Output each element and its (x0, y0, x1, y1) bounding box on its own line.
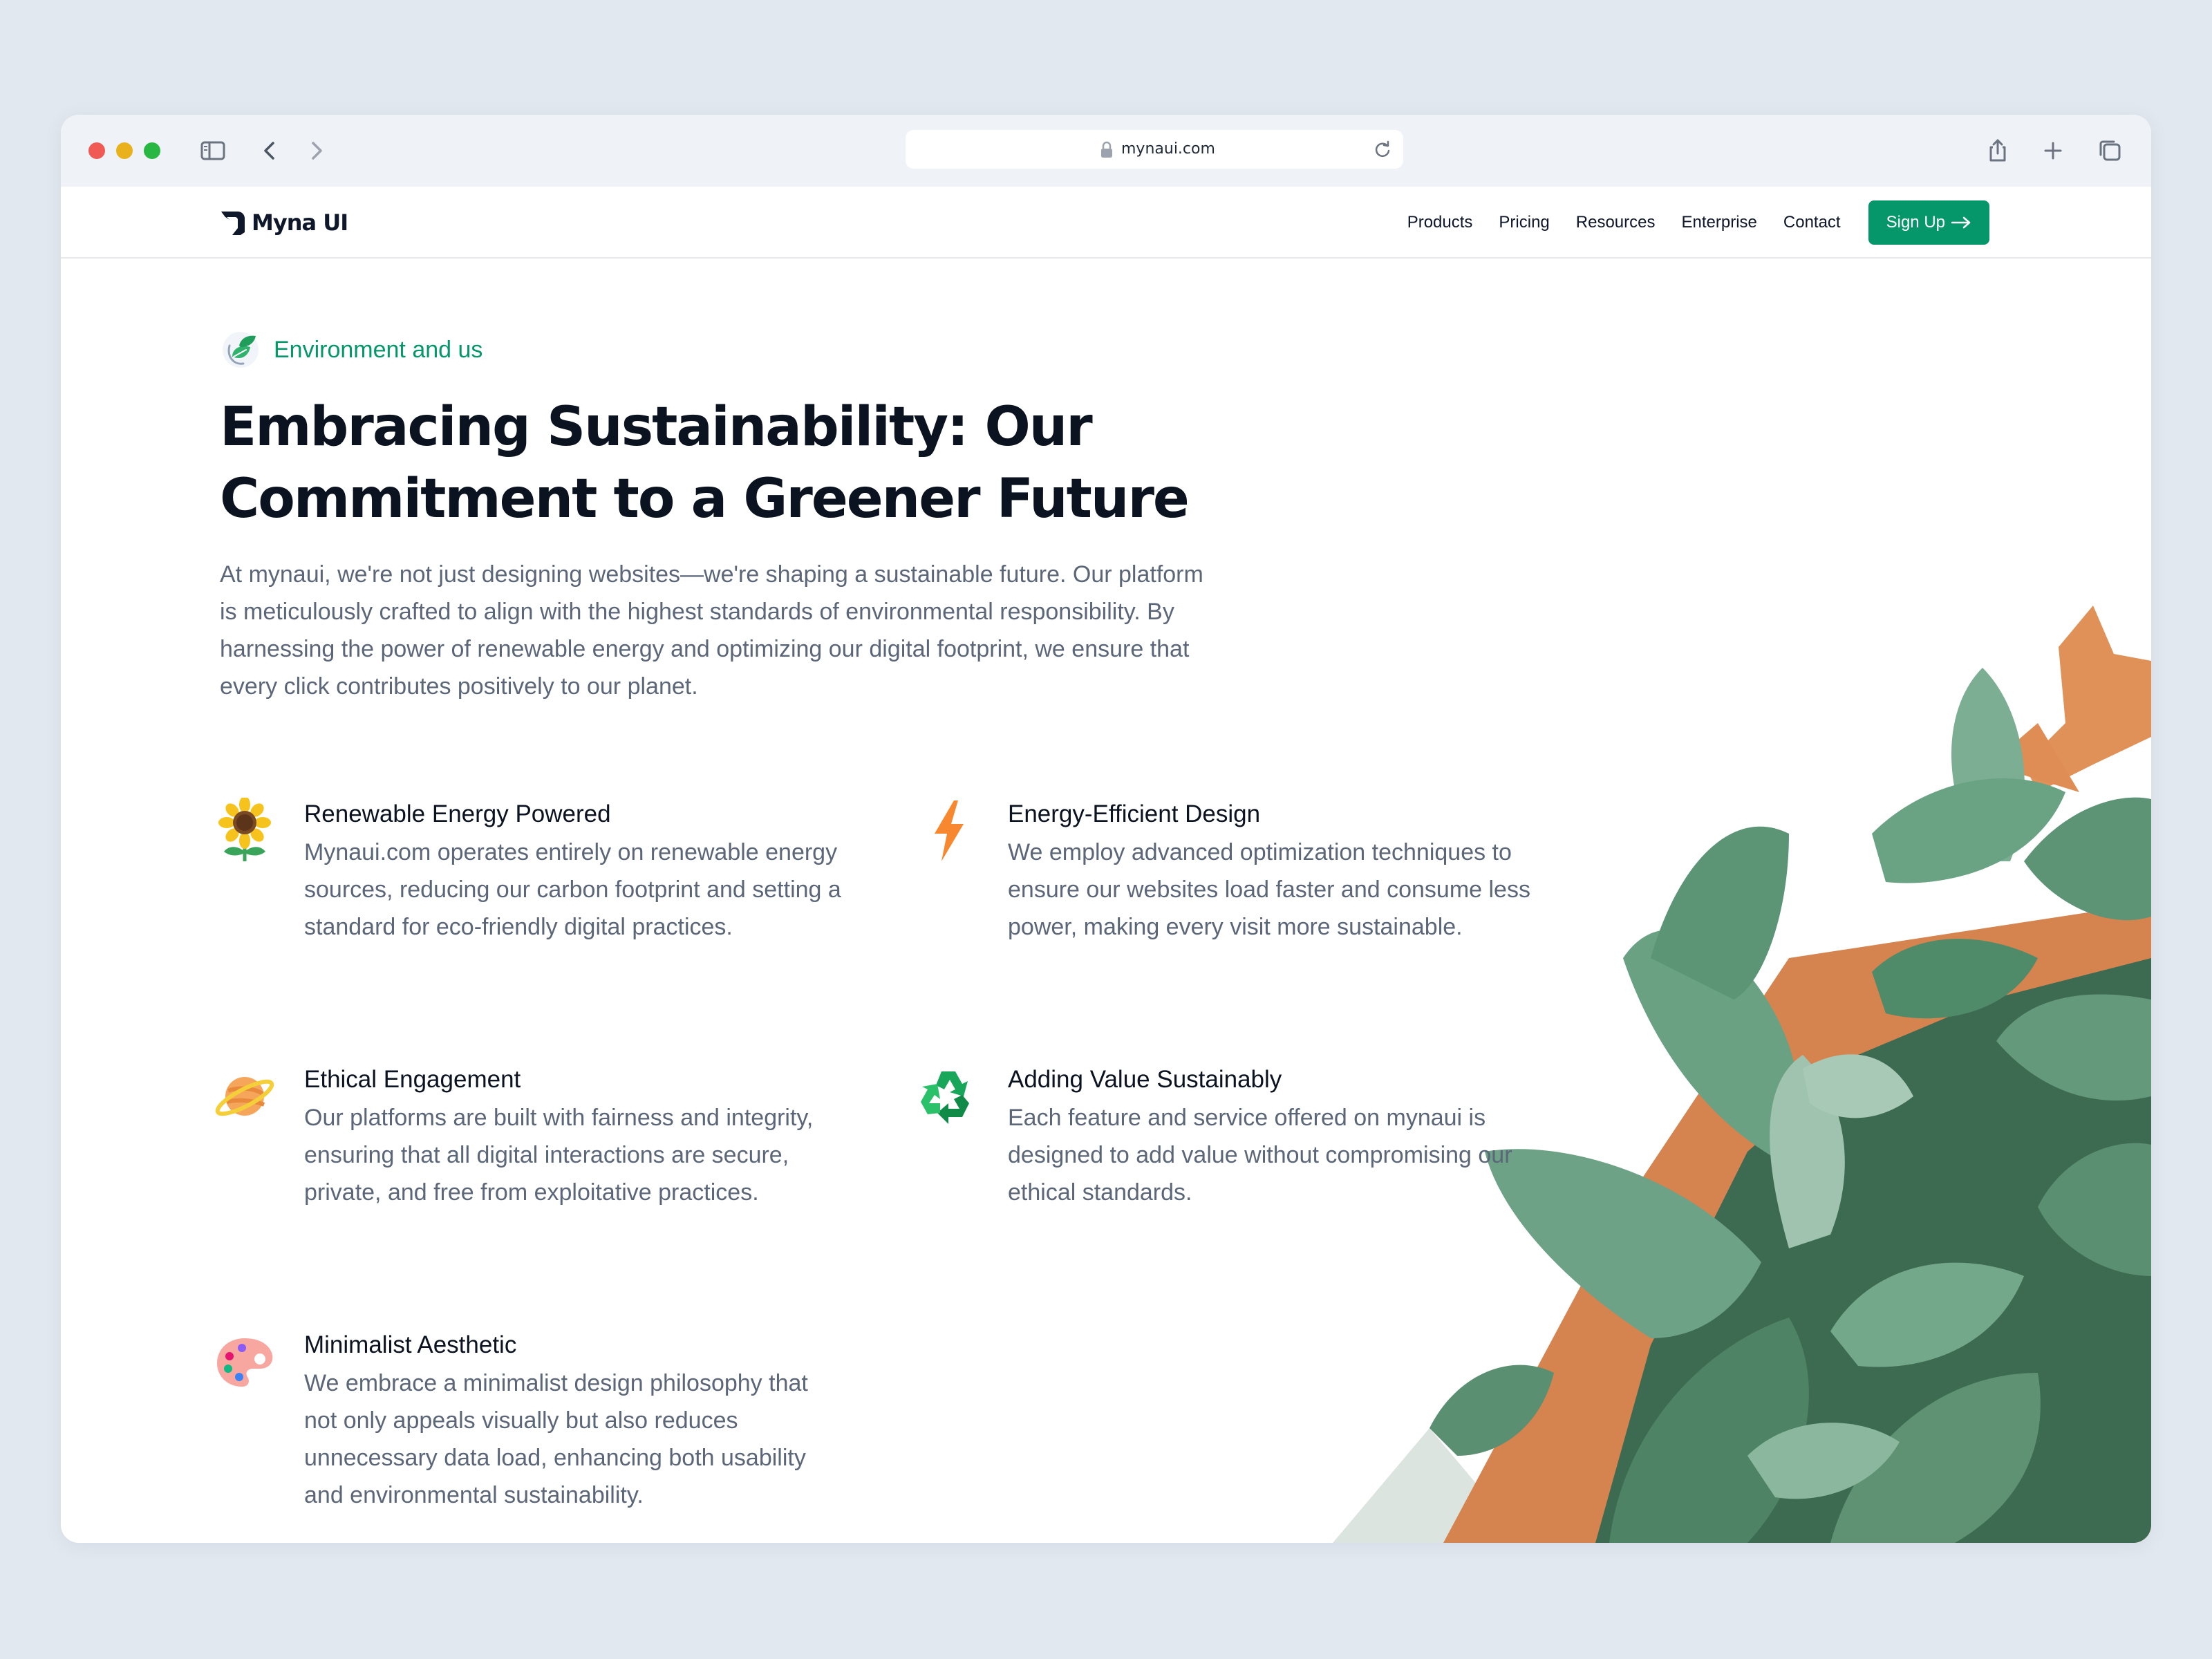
page-title-line-1: Embracing Sustainability: Our (220, 396, 1093, 458)
myna-logo-icon (221, 212, 245, 235)
reload-icon[interactable] (1373, 140, 1392, 159)
page-title: Embracing Sustainability: Our Commitment… (220, 391, 1257, 535)
plant-illustration (1264, 474, 2151, 1543)
nav-link-enterprise[interactable]: Enterprise (1682, 213, 1757, 232)
feature-title: Energy-Efficient Design (1008, 800, 1261, 827)
feature-title: Minimalist Aesthetic (304, 1331, 517, 1358)
sign-up-label: Sign Up (1886, 213, 1945, 232)
feature-description: Our platforms are built with fairness an… (304, 1105, 814, 1206)
tab-overview-icon[interactable] (2096, 138, 2124, 163)
planet-icon (214, 1063, 275, 1130)
url-text: mynaui.com (1121, 140, 1215, 158)
feature-title: Renewable Energy Powered (304, 800, 611, 827)
nav-link-products[interactable]: Products (1407, 213, 1473, 232)
eyebrow: Environment and us (220, 328, 482, 372)
browser-window: mynaui.com Myna UI Products Pricing Reso… (61, 115, 2151, 1543)
recycle-icon (918, 1063, 979, 1130)
lightning-icon (918, 798, 979, 864)
brand-name: Myna UI (252, 209, 348, 236)
nav-link-pricing[interactable]: Pricing (1499, 213, 1549, 232)
site-navbar: Myna UI Products Pricing Resources Enter… (61, 187, 2151, 259)
new-tab-icon[interactable] (2039, 138, 2067, 163)
nav-link-contact[interactable]: Contact (1783, 213, 1841, 232)
feature-description: Mynaui.com operates entirely on renewabl… (304, 839, 841, 940)
page-title-line-2: Commitment to a Greener Future (220, 468, 1190, 530)
maximize-window-button[interactable] (144, 142, 160, 159)
leaf-globe-icon (223, 332, 259, 368)
close-window-button[interactable] (88, 142, 105, 159)
sign-up-button[interactable]: Sign Up (1868, 200, 1989, 245)
browser-toolbar: mynaui.com (61, 115, 2151, 187)
share-icon[interactable] (1984, 138, 2012, 163)
feature-description: Each feature and service offered on myna… (1008, 1105, 1512, 1206)
feature-description: We embrace a minimalist design philosoph… (304, 1370, 808, 1508)
eyebrow-label: Environment and us (274, 336, 483, 363)
address-bar[interactable]: mynaui.com (906, 130, 1403, 169)
sunflower-icon (214, 796, 275, 864)
palette-icon (214, 1329, 275, 1395)
back-arrow-icon[interactable] (256, 138, 283, 163)
feature-description: We employ advanced optimization techniqu… (1008, 839, 1530, 940)
nav-link-resources[interactable]: Resources (1576, 213, 1656, 232)
feature-title: Ethical Engagement (304, 1066, 521, 1093)
arrow-right-icon (1951, 216, 1971, 229)
nav-links: Products Pricing Resources Enterprise Co… (1381, 200, 1989, 245)
intro-paragraph: At mynaui, we're not just designing webs… (220, 561, 1203, 700)
brand-logo[interactable]: Myna UI (220, 209, 348, 236)
feature-title: Adding Value Sustainably (1008, 1066, 1282, 1093)
lock-icon (1101, 141, 1112, 158)
forward-arrow-icon[interactable] (303, 138, 330, 163)
minimize-window-button[interactable] (116, 142, 133, 159)
sidebar-toggle-icon[interactable] (199, 138, 227, 163)
